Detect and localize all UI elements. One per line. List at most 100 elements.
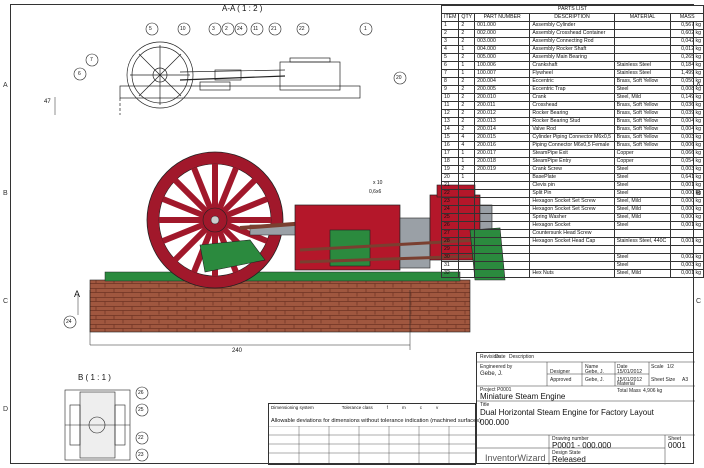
parts-list-cell: Brass, Soft Yellow <box>613 109 672 118</box>
parts-list-cell: 200.005 <box>474 85 531 94</box>
parts-list-cell: Cylinder Piping Connector M6x0,5 <box>529 133 615 142</box>
parts-list-row: 20 1 BasePlate Steel 0,641 kg <box>440 173 704 182</box>
balloon-label: 24 <box>66 319 72 325</box>
material-label: Material <box>617 381 635 387</box>
parts-list-cell: 200.014 <box>474 125 531 134</box>
design-state: Released <box>552 455 586 464</box>
scale-label: Scale <box>651 364 664 370</box>
baseplate-section <box>119 85 361 99</box>
brick-foundation <box>89 279 471 333</box>
parts-list-cell: 0,008 kg <box>670 85 704 94</box>
parts-list-cell: 2 <box>458 77 476 86</box>
parts-list-cell: 200.011 <box>474 101 531 110</box>
parts-list-cell: Brass, Soft Yellow <box>613 133 672 142</box>
dimension-240: 240 <box>232 348 243 354</box>
parts-list-cell: 200.017 <box>474 149 531 158</box>
balloon-label: 5 <box>149 26 152 32</box>
parts-list-cell <box>529 253 615 262</box>
parts-list-cell: 30 <box>440 253 460 262</box>
parts-list-cell: 9 <box>440 85 460 94</box>
parts-list-cell: Steel <box>613 165 672 174</box>
parts-list-cell <box>529 261 615 270</box>
designer-name: Gebe, J. <box>585 369 604 375</box>
parts-list-cell: 0,004 kg <box>670 117 704 126</box>
parts-list-cell: 27 <box>440 229 460 238</box>
parts-list-cell: Steel, Mild <box>613 269 672 278</box>
parts-list-cell: 200.016 <box>474 141 531 150</box>
inventorwizard-logo: InventorWizard <box>485 453 546 463</box>
balloon-label: 20 <box>396 75 402 81</box>
parts-list-cell: Crank Screw <box>529 165 615 174</box>
parts-list-cell: Hexagon Socket Set Screw <box>529 205 615 214</box>
parts-list-cell: 0,000 kg <box>670 213 704 222</box>
section-view-aa <box>119 41 361 115</box>
parts-list-cell: Steel <box>613 253 672 262</box>
parts-list-cell: 200.010 <box>474 93 531 102</box>
callout-split-pin: 0,6x6 <box>369 189 382 195</box>
parts-list-column-header: MATERIAL <box>613 13 672 22</box>
parts-list-cell: 0,567 kg <box>670 21 704 30</box>
parts-list-cell: Piping Connector M6x0,5 Female <box>529 141 615 150</box>
designer-date: 15/01/2012 <box>617 369 643 375</box>
parts-list-row: 8 2 200.004 Eccentric Brass, Soft Yellow 0,05… <box>440 77 704 86</box>
parts-list-row: 16 4 200.016 Piping Connector M6x0,5 Female… <box>440 141 704 150</box>
parts-list-cell <box>474 221 531 230</box>
parts-list-cell: 31 <box>440 261 460 270</box>
parts-list-cell: Brass, Soft Yellow <box>613 141 672 150</box>
balloons-detail <box>135 386 149 462</box>
section-title: A-A ( 1 : 2 ) <box>222 4 263 13</box>
parts-list-cell: 19 <box>440 165 460 174</box>
parts-list-cell <box>458 197 476 206</box>
parts-list-column-header: MASS <box>670 13 704 22</box>
parts-list-cell: 100.007 <box>474 69 531 78</box>
parts-list-cell: Valve Rod <box>529 125 615 134</box>
parts-list-cell: Flywheel <box>529 69 615 78</box>
parts-list-cell: 0,000 kg <box>670 205 704 214</box>
parts-list-cell: 18 <box>440 157 460 166</box>
drawing-title-number: 000.000 <box>480 418 509 427</box>
parts-list-cell: Hex Nuts <box>529 269 615 278</box>
parts-list-cell: Steel <box>613 261 672 270</box>
parts-list-cell: 0,003 kg <box>670 165 704 174</box>
parts-list-cell: 4 <box>458 141 476 150</box>
balloon-label: 21 <box>271 26 277 32</box>
parts-list-row: 10 2 200.010 Crank Steel, Mild 0,149 kg <box>440 93 704 102</box>
total-mass: 4,906 kg <box>643 388 663 394</box>
parts-list-cell: Spring Washer <box>529 213 615 222</box>
parts-list-cell: 4 <box>440 45 460 54</box>
parts-list-cell: Clevis pin <box>529 181 615 190</box>
parts-list-cell: 200.004 <box>474 77 531 86</box>
parts-list-body: 1 2 001.000 Assembly Cylinder 0,567 kg 2 2 002.… <box>440 21 704 278</box>
parts-list-header: ITEM QTY PART NUMBER DESCRIPTION MATERIAL MAS… <box>440 13 704 22</box>
parts-list-cell <box>458 253 476 262</box>
tolerance-header-cell: v <box>436 405 439 410</box>
parts-list-cell <box>670 229 704 238</box>
parts-list-row: 30 Steel 0,002 kg <box>440 253 704 262</box>
date-label: Date <box>495 354 506 360</box>
parts-list-cell <box>474 213 531 222</box>
parts-list-cell <box>670 245 704 254</box>
parts-list-cell: Hexagon Socket Set Screw <box>529 197 615 206</box>
parts-list-cell: 24 <box>440 205 460 214</box>
parts-list-cell: 0,039 kg <box>670 109 704 118</box>
parts-list-cell: Steel <box>613 181 672 190</box>
parts-list-cell: Copper <box>613 157 672 166</box>
parts-list-cell <box>529 245 615 254</box>
tolerance-header-cell: Dimensioning system <box>271 405 314 410</box>
parts-list-cell <box>458 261 476 270</box>
parts-list-cell <box>458 189 476 198</box>
title-block: Revision Date Description Engineered by … <box>476 352 695 465</box>
parts-list-cell <box>474 181 531 190</box>
parts-list-cell: Rocker Bearing Stud <box>529 117 615 126</box>
parts-list-cell: 15 <box>440 133 460 142</box>
parts-list-cell: Stainless Steel <box>613 61 672 70</box>
parts-list-cell: Eccentric Trap <box>529 85 615 94</box>
parts-list-cell: 0,602 kg <box>670 29 704 38</box>
parts-list-cell: 001.000 <box>474 21 531 30</box>
parts-list-cell: 8 <box>440 77 460 86</box>
parts-list-cell: Rocker Bearing <box>529 109 615 118</box>
total-mass-label: Total Mass <box>617 388 641 394</box>
parts-list-cell: Brass, Soft Yellow <box>613 125 672 134</box>
parts-list-cell <box>458 237 476 246</box>
parts-list-cell: 0,006 kg <box>670 141 704 150</box>
